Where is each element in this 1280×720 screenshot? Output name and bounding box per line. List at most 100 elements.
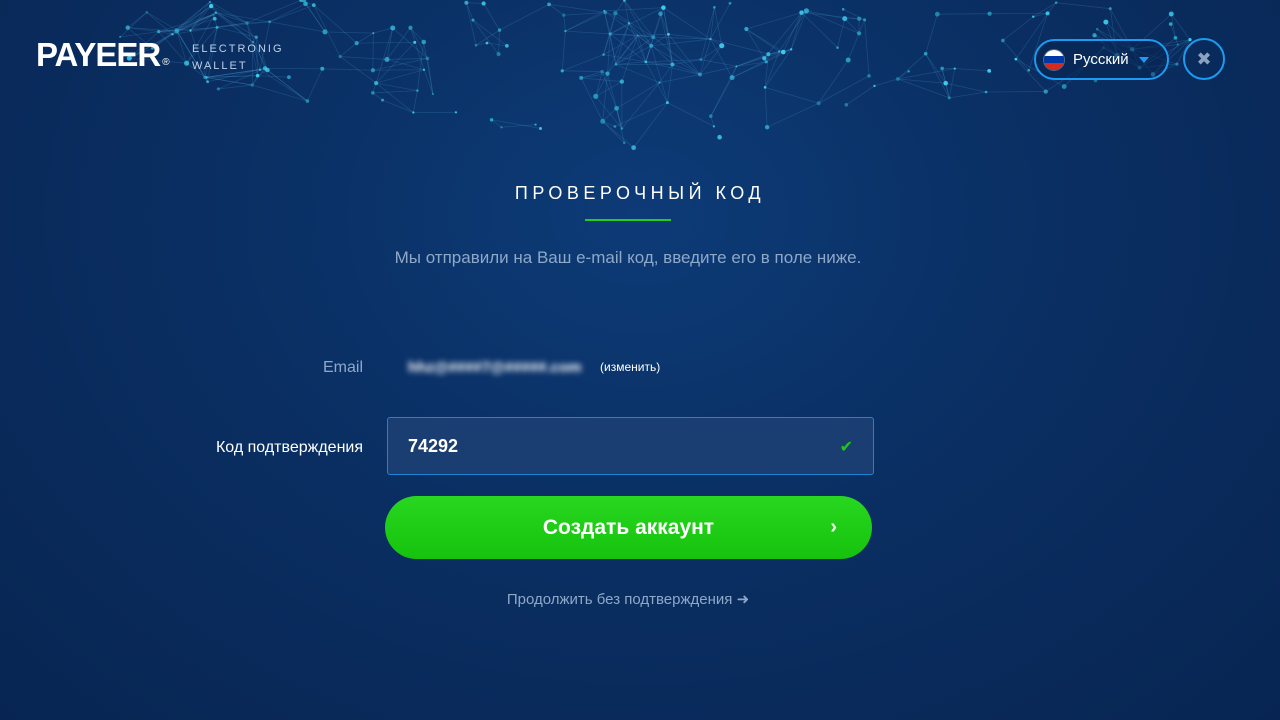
network-node — [799, 10, 804, 15]
network-node — [665, 101, 669, 105]
network-node — [661, 5, 666, 10]
network-node — [371, 91, 375, 95]
close-icon: ✖ — [1196, 49, 1212, 69]
network-node — [778, 50, 781, 53]
network-node — [370, 68, 376, 73]
network-node — [613, 125, 617, 128]
network-node — [670, 62, 675, 67]
code-label: Код подтверждения — [215, 439, 363, 456]
payeer-logo[interactable]: PAYEER ® ELECTRONIG WALLET — [36, 36, 282, 73]
language-label: Русский — [1073, 51, 1129, 68]
language-selector[interactable]: Русский — [1034, 39, 1169, 80]
network-node — [863, 18, 867, 22]
network-node — [614, 63, 618, 66]
network-node — [713, 6, 716, 9]
skip-verification-link[interactable]: Продолжить без подтверждения ➜ — [0, 590, 1256, 608]
tagline-line2: WALLET — [192, 60, 248, 72]
network-node — [605, 71, 610, 76]
network-node — [205, 75, 208, 79]
network-node — [1001, 38, 1005, 43]
network-node — [600, 118, 606, 124]
network-node — [934, 11, 940, 17]
network-node — [867, 74, 871, 78]
network-node — [203, 75, 207, 79]
network-node — [842, 16, 848, 22]
network-node — [1043, 89, 1048, 94]
logo-wordmark: PAYEER — [36, 36, 161, 73]
network-node — [539, 126, 543, 130]
network-node — [1061, 84, 1067, 89]
network-node — [1092, 33, 1097, 38]
network-node — [1168, 11, 1174, 17]
tagline-line1: ELECTRONIG — [192, 43, 284, 55]
network-node — [627, 22, 631, 25]
network-node — [322, 29, 328, 35]
network-node — [953, 67, 956, 70]
network-node — [845, 57, 851, 63]
network-node — [505, 44, 509, 48]
network-node — [841, 7, 845, 11]
network-node — [1032, 15, 1035, 18]
network-node — [658, 11, 663, 16]
network-node — [481, 1, 486, 6]
network-node — [157, 30, 161, 34]
network-node — [735, 65, 738, 68]
network-node — [212, 13, 215, 16]
network-node — [471, 18, 475, 22]
network-node — [560, 69, 564, 73]
network-node — [454, 111, 458, 114]
network-node — [208, 3, 214, 9]
network-node — [384, 56, 390, 63]
network-node — [651, 35, 656, 40]
network-node — [844, 103, 849, 107]
network-node — [699, 57, 703, 62]
network-node — [496, 52, 501, 57]
network-node — [305, 99, 310, 103]
network-node — [215, 25, 219, 29]
email-value: hhz@####7@#####.com — [408, 359, 582, 376]
close-button[interactable]: ✖ — [1183, 38, 1225, 80]
network-node — [644, 60, 648, 64]
registered-mark: ® — [162, 57, 170, 68]
network-node — [984, 90, 988, 94]
email-label: Email — [322, 359, 363, 376]
network-node — [145, 10, 149, 14]
network-node — [1176, 43, 1179, 46]
code-input[interactable] — [388, 418, 873, 474]
chevron-down-icon — [1138, 56, 1149, 63]
create-account-button[interactable]: Создать аккаунт › — [385, 496, 872, 559]
network-node — [923, 51, 928, 56]
network-node — [636, 34, 639, 37]
network-node — [789, 48, 793, 51]
network-node — [250, 83, 255, 87]
network-node — [174, 28, 180, 34]
change-email-link[interactable]: (изменить) — [600, 360, 660, 374]
network-node — [649, 43, 654, 48]
page-description: Мы отправили на Ваш e-mail код, введите … — [394, 248, 862, 267]
network-node — [1014, 57, 1018, 61]
network-node — [208, 0, 211, 3]
network-node — [422, 68, 426, 71]
network-node — [895, 77, 900, 81]
network-node — [464, 0, 469, 5]
code-field[interactable]: ✔ — [387, 417, 874, 475]
network-node — [354, 41, 359, 46]
checkmark-icon: ✔ — [839, 439, 853, 456]
network-node — [1103, 19, 1109, 25]
network-node — [485, 41, 489, 45]
network-node — [719, 43, 725, 49]
network-node — [614, 105, 619, 111]
network-node — [206, 80, 210, 84]
network-node — [780, 49, 786, 55]
network-node — [216, 87, 220, 91]
network-node — [425, 56, 430, 61]
network-node — [764, 124, 770, 130]
network-node — [564, 29, 567, 33]
network-node — [623, 0, 626, 2]
network-node — [698, 72, 703, 77]
network-node — [1175, 62, 1179, 66]
network-node — [189, 29, 192, 32]
network-node — [287, 75, 291, 80]
network-node — [857, 16, 862, 21]
network-node — [602, 53, 605, 56]
